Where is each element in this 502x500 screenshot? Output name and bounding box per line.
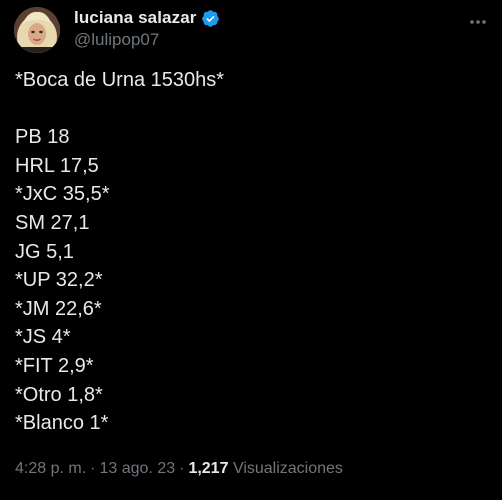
tweet-line: PB 18 <box>15 126 70 149</box>
tweet-text: *Boca de Urna 1530hs* PB 18 HRL 17,5 *Jx… <box>15 66 485 438</box>
tweet-line: *JM 22,6* <box>15 297 102 320</box>
tweet-line: *Boca de Urna 1530hs* <box>15 69 225 91</box>
author-handle[interactable]: @lulipop07 <box>74 30 159 50</box>
more-options-icon[interactable] <box>468 12 488 32</box>
tweet-line-blank <box>15 95 485 124</box>
tweet-line: *JS 4* <box>15 326 71 349</box>
meta-separator: · <box>90 460 96 477</box>
views-count: 1,217 <box>188 460 229 477</box>
author-name-row: luciana salazar <box>74 7 220 29</box>
tweet: luciana salazar @lulipop07 *Boca de Urna… <box>0 0 502 500</box>
meta-separator: · <box>179 460 185 477</box>
tweet-time[interactable]: 4:28 p. m. <box>15 460 86 477</box>
tweet-line: SM 27,1 <box>15 211 90 234</box>
tweet-line: *Blanco 1* <box>15 412 109 435</box>
display-name[interactable]: luciana salazar <box>74 8 196 28</box>
avatar-image <box>14 7 60 53</box>
tweet-line: *FIT 2,9* <box>15 354 94 377</box>
tweet-line: *Otro 1,8* <box>15 383 103 406</box>
tweet-line: HRL 17,5 <box>15 154 99 177</box>
tweet-line: JG 5,1 <box>15 240 74 263</box>
tweet-line: *JxC 35,5* <box>15 183 110 206</box>
tweet-date[interactable]: 13 ago. 23 <box>99 460 175 477</box>
verified-badge-icon <box>201 9 220 28</box>
views-label: Visualizaciones <box>232 460 343 477</box>
avatar[interactable] <box>14 7 60 53</box>
tweet-meta: 4:28 p. m. · 13 ago. 23 · 1,217 Visualizacio… <box>15 460 343 478</box>
tweet-line: *UP 32,2* <box>15 269 103 292</box>
